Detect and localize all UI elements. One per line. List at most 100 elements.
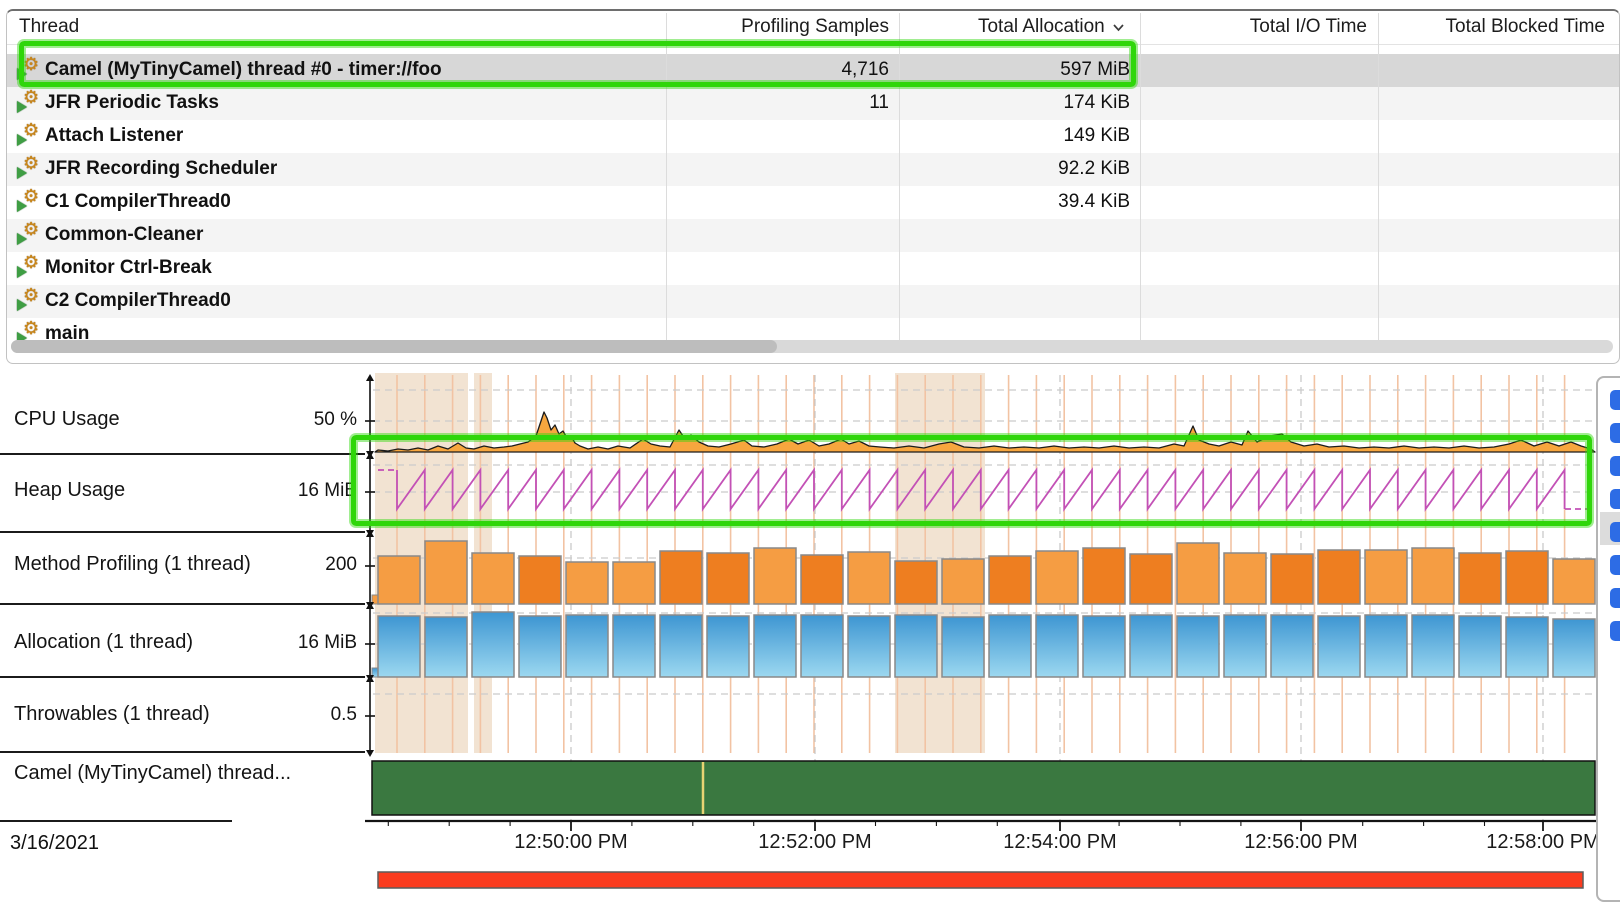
thread-gear-icon: ⚙ bbox=[23, 219, 39, 240]
thread-gear-icon: ⚙ bbox=[23, 318, 39, 339]
method-profiling-bars-bar bbox=[566, 562, 608, 604]
lane-label-1[interactable]: CPU Usage bbox=[14, 408, 120, 431]
thread-gear-icon: ⚙ bbox=[23, 54, 39, 75]
thread-gear-icon: ⚙ bbox=[23, 186, 39, 207]
method-profiling-bars-bar bbox=[1506, 551, 1548, 604]
allocation-bars-bar bbox=[1553, 619, 1595, 677]
allocation-bars-bar bbox=[425, 617, 467, 677]
method-profiling-bars-bar bbox=[613, 562, 655, 604]
column-divider bbox=[899, 13, 900, 347]
lane-separator bbox=[0, 531, 365, 533]
allocation-bars bbox=[372, 612, 1595, 677]
method-profiling-bars-bar bbox=[801, 555, 843, 604]
time-range-bar[interactable] bbox=[378, 872, 1583, 888]
thread-name-cell: Attach Listener bbox=[45, 125, 183, 147]
method-profiling-bars-bar bbox=[519, 556, 561, 604]
thread-gear-icon: ⚙ bbox=[23, 120, 39, 141]
lane-label-3[interactable]: Method Profiling (1 thread) bbox=[14, 553, 251, 576]
heap-usage-sawtooth-line bbox=[397, 470, 1565, 509]
column-header-total-blocked-time[interactable]: Total Blocked Time bbox=[1378, 16, 1605, 38]
sort-desc-icon bbox=[1112, 23, 1125, 32]
allocation-bars-bar bbox=[1506, 617, 1548, 677]
thread-gear-icon: ⚙ bbox=[23, 285, 39, 306]
column-header-total-allocation-label: Total Allocation bbox=[978, 16, 1105, 37]
method-profiling-bars-bar bbox=[848, 552, 890, 604]
allocation-bars-bar bbox=[754, 615, 796, 677]
total-allocation-cell: 174 KiB bbox=[899, 92, 1130, 114]
method-profiling-bars-bar bbox=[707, 553, 749, 604]
legend-button-4[interactable] bbox=[1610, 489, 1620, 509]
lane-separator bbox=[0, 453, 365, 455]
horizontal-scrollbar-track[interactable] bbox=[11, 340, 1613, 353]
thread-name-cell: C2 CompilerThread0 bbox=[45, 290, 231, 312]
lane-label-2[interactable]: Heap Usage bbox=[14, 479, 125, 502]
allocation-bars-bar bbox=[519, 616, 561, 677]
allocation-bars-bar bbox=[895, 615, 937, 677]
method-profiling-bars-bar bbox=[425, 541, 467, 604]
thread-icon: ⚙ bbox=[17, 157, 43, 181]
date-separator bbox=[0, 820, 232, 822]
lane-label-5[interactable]: Throwables (1 thread) bbox=[14, 703, 210, 726]
allocation-bars-bar bbox=[1083, 616, 1125, 677]
allocation-bars-bar bbox=[989, 615, 1031, 677]
thread-icon: ⚙ bbox=[17, 91, 43, 115]
total-allocation-cell: 92.2 KiB bbox=[899, 158, 1130, 180]
thread-name-cell: Monitor Ctrl-Break bbox=[45, 257, 212, 279]
method-profiling-bars-bar bbox=[942, 559, 984, 604]
column-header-total-io-time[interactable]: Total I/O Time bbox=[1140, 16, 1367, 38]
allocation-bars-bar bbox=[660, 615, 702, 677]
method-profiling-bars-bar bbox=[1412, 548, 1454, 604]
lane-axis-value-3: 200 bbox=[230, 554, 357, 576]
allocation-bars-bar bbox=[472, 612, 514, 677]
allocation-bars-bar bbox=[566, 615, 608, 677]
method-profiling-bars-bar bbox=[1318, 550, 1360, 604]
method-profiling-bars-bar bbox=[1224, 553, 1266, 604]
method-profiling-bars-bar bbox=[472, 553, 514, 604]
allocation-bars-bar bbox=[1177, 616, 1219, 677]
date-label: 3/16/2021 bbox=[10, 832, 99, 855]
method-profiling-bars-bar bbox=[1177, 543, 1219, 604]
column-header-total-allocation[interactable]: Total Allocation bbox=[899, 16, 1125, 38]
lane-axis-value-2: 16 MiB bbox=[230, 480, 357, 502]
allocation-bars-bar bbox=[613, 615, 655, 677]
timeline-plot[interactable] bbox=[365, 373, 1620, 904]
thread-name-cell: C1 CompilerThread0 bbox=[45, 191, 231, 213]
lane-label-6[interactable]: Camel (MyTinyCamel) thread... bbox=[14, 762, 291, 785]
legend-button-5[interactable] bbox=[1610, 522, 1620, 542]
lane-axis-value-5: 0.5 bbox=[230, 704, 357, 726]
legend-button-2[interactable] bbox=[1610, 423, 1620, 443]
thread-icon: ⚙ bbox=[17, 124, 43, 148]
axis-up-arrow-icon bbox=[366, 374, 374, 381]
column-header-thread[interactable]: Thread bbox=[19, 16, 79, 38]
horizontal-scrollbar-thumb[interactable] bbox=[11, 340, 777, 353]
total-allocation-cell: 597 MiB bbox=[899, 59, 1130, 81]
column-divider bbox=[666, 13, 667, 347]
allocation-bars-bar bbox=[1036, 615, 1078, 677]
method-profiling-bars-bar bbox=[1459, 553, 1501, 604]
method-profiling-bars-bar bbox=[1083, 548, 1125, 604]
legend-button-6[interactable] bbox=[1610, 555, 1620, 575]
allocation-bars-bar bbox=[942, 617, 984, 677]
thread-name-cell: Camel (MyTinyCamel) thread #0 - timer://… bbox=[45, 59, 442, 81]
legend-button-3[interactable] bbox=[1610, 456, 1620, 476]
legend-button-8[interactable] bbox=[1610, 621, 1620, 641]
method-profiling-bars-bar bbox=[1553, 559, 1595, 604]
thread-icon: ⚙ bbox=[17, 223, 43, 247]
profiler-window: Thread Profiling Samples Total Allocatio… bbox=[0, 0, 1620, 904]
column-divider bbox=[1378, 13, 1379, 347]
column-divider bbox=[1140, 13, 1141, 347]
allocation-bars-bar bbox=[707, 616, 749, 677]
allocation-bars-bar bbox=[1318, 616, 1360, 677]
method-profiling-bars-bar bbox=[660, 551, 702, 604]
thread-activity-span[interactable] bbox=[372, 761, 1595, 815]
legend-button-7[interactable] bbox=[1610, 588, 1620, 608]
legend-button-1[interactable] bbox=[1610, 390, 1620, 410]
method-profiling-bars-bar bbox=[895, 561, 937, 604]
method-profiling-bars-bar bbox=[754, 548, 796, 604]
allocation-bars-bar bbox=[1130, 615, 1172, 677]
lane-separator bbox=[0, 751, 365, 753]
column-header-profiling-samples[interactable]: Profiling Samples bbox=[666, 16, 889, 38]
thread-icon: ⚙ bbox=[17, 190, 43, 214]
allocation-bars-bar bbox=[378, 616, 420, 677]
lane-label-4[interactable]: Allocation (1 thread) bbox=[14, 631, 193, 654]
